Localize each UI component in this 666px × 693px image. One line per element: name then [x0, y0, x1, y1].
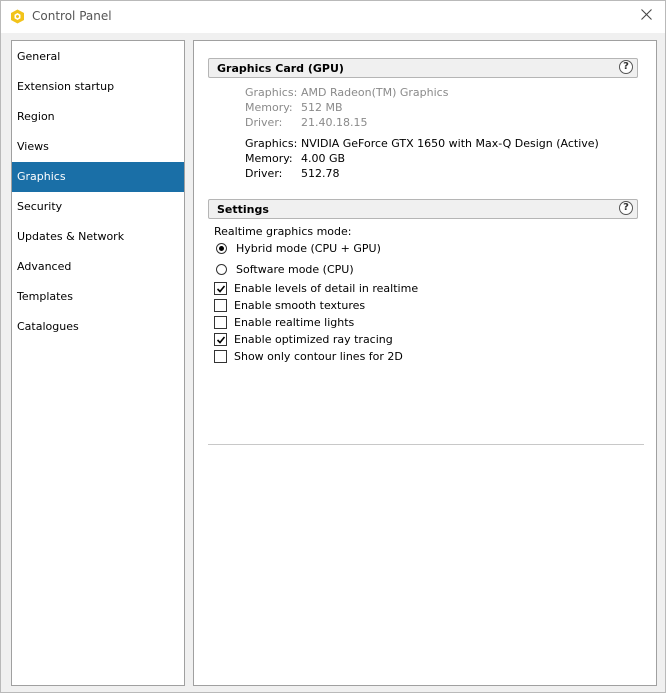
gpu-section-title: Graphics Card (GPU) [217, 62, 344, 75]
gpu-1-driver-value: 21.40.18.15 [301, 116, 368, 129]
gpu-2-graphics-value: NVIDIA GeForce GTX 1650 with Max-Q Desig… [301, 137, 599, 150]
gpu-2-graphics-label: Graphics: [245, 137, 298, 150]
settings-section-title: Settings [217, 203, 269, 216]
sidebar-item-extension-startup[interactable]: Extension startup [12, 72, 184, 102]
settings-section-header: Settings ? [208, 199, 638, 219]
graphics-settings-panel: Graphics Card (GPU) ? Graphics: AMD Rade… [193, 40, 657, 686]
gpu-1-graphics-value: AMD Radeon(TM) Graphics [301, 86, 449, 99]
sidebar-item-graphics[interactable]: Graphics [12, 162, 184, 192]
divider [208, 444, 644, 445]
realtime-mode-label: Realtime graphics mode: [214, 225, 352, 238]
sidebar-item-catalogues[interactable]: Catalogues [12, 312, 184, 342]
software-mode-radio[interactable] [216, 264, 227, 275]
title-bar: Control Panel [1, 1, 665, 33]
help-icon[interactable]: ? [619, 60, 633, 74]
ray-tracing-label[interactable]: Enable optimized ray tracing [234, 333, 393, 346]
checkmark-icon [216, 285, 226, 293]
lod-realtime-checkbox[interactable] [214, 282, 227, 295]
hybrid-mode-radio[interactable] [216, 243, 227, 254]
sidebar-item-region[interactable]: Region [12, 102, 184, 132]
app-hexagon-icon [10, 9, 25, 24]
gpu-2-memory-label: Memory: [245, 152, 293, 165]
contour-lines-label[interactable]: Show only contour lines for 2D [234, 350, 403, 363]
close-icon [640, 9, 652, 23]
realtime-lights-label[interactable]: Enable realtime lights [234, 316, 354, 329]
checkmark-icon [216, 336, 226, 344]
lod-realtime-label[interactable]: Enable levels of detail in realtime [234, 282, 418, 295]
sidebar-item-advanced[interactable]: Advanced [12, 252, 184, 282]
software-mode-label[interactable]: Software mode (CPU) [236, 263, 354, 276]
gpu-1-driver-label: Driver: [245, 116, 283, 129]
smooth-textures-checkbox[interactable] [214, 299, 227, 312]
hybrid-mode-label[interactable]: Hybrid mode (CPU + GPU) [236, 242, 381, 255]
gpu-1-graphics-label: Graphics: [245, 86, 298, 99]
gpu-section-header: Graphics Card (GPU) ? [208, 58, 638, 78]
sidebar-item-views[interactable]: Views [12, 132, 184, 162]
gpu-2-driver-value: 512.78 [301, 167, 340, 180]
gpu-2-driver-label: Driver: [245, 167, 283, 180]
sidebar-item-security[interactable]: Security [12, 192, 184, 222]
smooth-textures-label[interactable]: Enable smooth textures [234, 299, 365, 312]
help-icon[interactable]: ? [619, 201, 633, 215]
gpu-1-memory-label: Memory: [245, 101, 293, 114]
sidebar-item-general[interactable]: General [12, 42, 184, 72]
sidebar-item-templates[interactable]: Templates [12, 282, 184, 312]
close-button[interactable] [633, 5, 659, 27]
radio-selected-dot [219, 246, 224, 251]
realtime-lights-checkbox[interactable] [214, 316, 227, 329]
gpu-1-memory-value: 512 MB [301, 101, 343, 114]
ray-tracing-checkbox[interactable] [214, 333, 227, 346]
contour-lines-checkbox[interactable] [214, 350, 227, 363]
gpu-2-memory-value: 4.00 GB [301, 152, 346, 165]
control-panel-window: Control Panel General Extension startup … [0, 0, 666, 693]
window-title: Control Panel [32, 9, 112, 23]
sidebar-nav: General Extension startup Region Views G… [11, 40, 185, 686]
sidebar-item-updates-network[interactable]: Updates & Network [12, 222, 184, 252]
